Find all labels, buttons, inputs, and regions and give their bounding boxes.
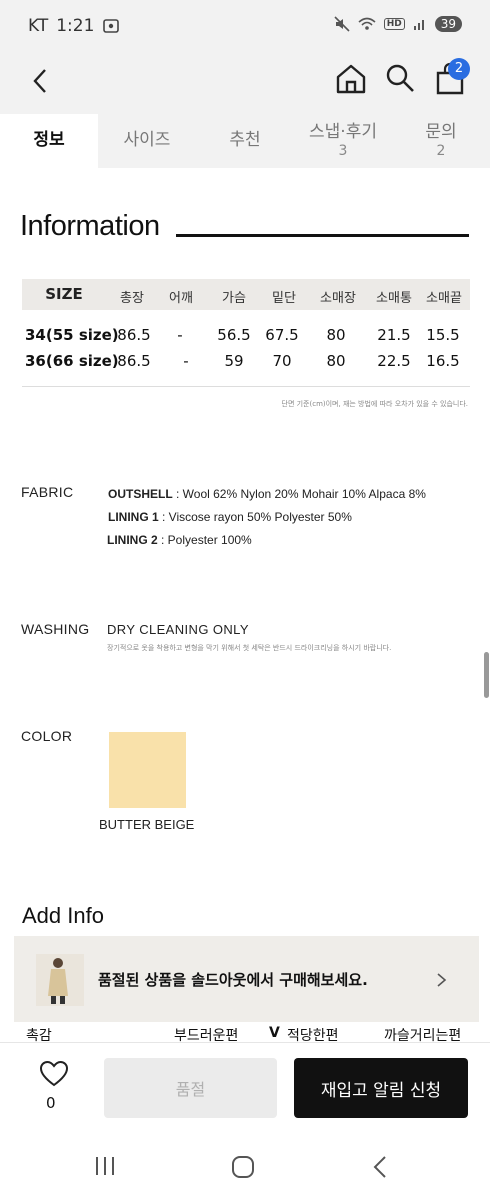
- size-cell: -: [177, 326, 183, 344]
- like-count: 0: [46, 1094, 56, 1112]
- tab-size[interactable]: 사이즈: [98, 114, 196, 168]
- color-label: COLOR: [21, 728, 73, 744]
- carrier-label: KT: [28, 16, 49, 36]
- battery-indicator: 39: [434, 16, 462, 32]
- size-cell: 86.5: [117, 326, 151, 344]
- texture-selected-mark: V: [269, 1025, 280, 1041]
- back-nav-icon[interactable]: [370, 1154, 390, 1180]
- status-right: HD 39: [334, 16, 462, 32]
- tab-info[interactable]: 정보: [0, 114, 98, 168]
- fabric-line: OUTSHELL : Wool 62% Nylon 20% Mohair 10%…: [108, 487, 426, 501]
- recent-apps-icon[interactable]: [93, 1155, 117, 1177]
- section-title-information: Information: [20, 210, 160, 242]
- size-cell: 80: [326, 352, 346, 370]
- tab-snap-review[interactable]: 스냅·후기 3: [294, 114, 392, 168]
- fabric-value: : Viscose rayon 50% Polyester 50%: [158, 510, 352, 524]
- size-col-header: SIZE: [45, 285, 83, 303]
- tab-label: 스냅·후기: [309, 122, 377, 143]
- fabric-value: : Polyester 100%: [157, 533, 252, 547]
- clock: 1:21: [56, 16, 95, 36]
- fabric-key: LINING 2: [107, 533, 158, 547]
- chevron-right-icon: [437, 973, 447, 987]
- size-table-divider: [22, 386, 470, 387]
- color-swatch: [109, 732, 186, 808]
- soldout-banner-text: 품절된 상품을 솔드아웃에서 구매해보세요.: [98, 971, 368, 989]
- back-arrow-icon[interactable]: [26, 66, 56, 96]
- size-cell: 70: [272, 352, 292, 370]
- size-col-header: 소매장: [320, 291, 356, 306]
- fabric-key: OUTSHELL: [108, 487, 173, 501]
- tab-recommend[interactable]: 추천: [196, 114, 294, 168]
- heart-icon[interactable]: [39, 1060, 69, 1088]
- status-bar: KT 1:21 HD 39: [0, 0, 490, 52]
- size-cell: 22.5: [377, 352, 411, 370]
- texture-row: 촉감 부드러운편 V 적당한편 까슬거리는편: [0, 1022, 490, 1044]
- hd-icon: HD: [383, 18, 405, 30]
- tab-count: 3: [338, 142, 348, 159]
- washing-value: DRY CLEANING ONLY: [107, 622, 249, 637]
- size-cell: 16.5: [426, 352, 460, 370]
- screen-capture-icon: [103, 19, 120, 33]
- scrollbar-thumb[interactable]: [484, 652, 489, 698]
- fabric-line: LINING 1 : Viscose rayon 50% Polyester 5…: [108, 510, 352, 524]
- restock-notify-button[interactable]: 재입고 알림 신청: [294, 1058, 468, 1118]
- color-name: BUTTER BEIGE: [99, 817, 195, 832]
- tab-label: 추천: [229, 130, 261, 151]
- wifi-icon: [358, 17, 376, 30]
- product-thumbnail: [36, 954, 84, 1006]
- section-title-add-info: Add Info: [22, 903, 104, 928]
- fabric-line: LINING 2 : Polyester 100%: [107, 533, 252, 547]
- washing-label: WASHING: [21, 621, 90, 637]
- tab-label: 사이즈: [123, 130, 171, 151]
- tab-label: 문의: [425, 122, 457, 143]
- home-nav-icon[interactable]: [231, 1155, 255, 1179]
- size-table-note: 단면 기준(cm)이며, 재는 방법에 따라 오차가 있을 수 있습니다.: [281, 400, 469, 408]
- product-tabs: 정보 사이즈 추천 스냅·후기 3 문의 2: [0, 114, 490, 168]
- size-cell: 56.5: [217, 326, 251, 344]
- size-col-header: 소매통: [376, 291, 412, 306]
- size-col-header: 어깨: [169, 291, 193, 306]
- signal-icon: [413, 20, 424, 30]
- size-cell: 67.5: [265, 326, 299, 344]
- soldout-button[interactable]: 품절: [104, 1058, 277, 1118]
- fabric-value: : Wool 62% Nylon 20% Mohair 10% Alpaca 8…: [172, 487, 426, 501]
- size-cell: 34(55 size): [25, 326, 119, 344]
- size-cell: 21.5: [377, 326, 411, 344]
- mute-icon: [334, 16, 350, 32]
- size-cell: 15.5: [426, 326, 460, 344]
- size-col-header: 소매끝: [426, 291, 462, 306]
- tab-inquiry[interactable]: 문의 2: [392, 114, 490, 168]
- size-cell: 86.5: [117, 352, 151, 370]
- size-cell: 36(66 size): [25, 352, 119, 370]
- tab-count: 2: [436, 142, 446, 159]
- title-rule: [176, 234, 469, 237]
- size-cell: 80: [326, 326, 346, 344]
- home-icon[interactable]: [334, 62, 368, 96]
- search-icon[interactable]: [384, 62, 416, 94]
- size-cell: -: [183, 352, 189, 370]
- fabric-key: LINING 1: [108, 510, 159, 524]
- coat-model-image: [36, 954, 84, 1006]
- tab-label: 정보: [33, 130, 65, 151]
- status-left: KT 1:21: [28, 16, 120, 36]
- cart-count-badge: 2: [448, 58, 470, 80]
- size-col-header: 총장: [120, 291, 144, 306]
- size-cell: 59: [224, 352, 244, 370]
- washing-note: 장기적으로 옷을 착용하고 변형을 막기 위해서 첫 세탁은 반드시 드라이크리…: [107, 644, 392, 652]
- top-bar: [0, 52, 490, 114]
- size-col-header: 가슴: [222, 291, 246, 306]
- size-col-header: 밑단: [272, 291, 296, 306]
- fabric-label: FABRIC: [21, 484, 74, 500]
